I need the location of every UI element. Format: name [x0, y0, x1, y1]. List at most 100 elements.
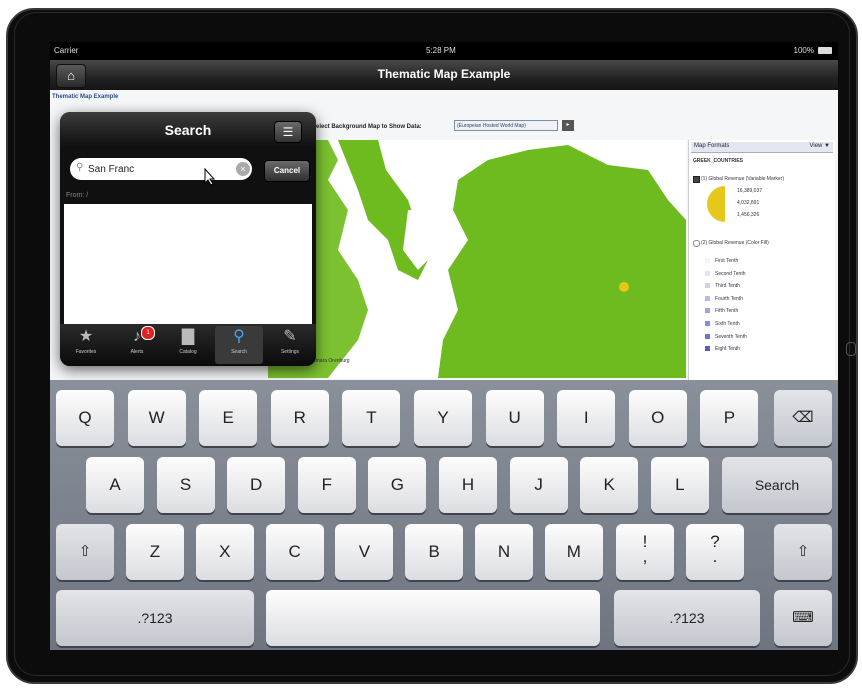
space-key[interactable]: [266, 590, 600, 646]
tenth-label: Fifth Tenth: [715, 308, 739, 315]
shift-key-right[interactable]: ⇧: [774, 524, 832, 580]
tenth-swatch: [705, 283, 710, 289]
tab-label: Settings: [280, 349, 300, 355]
key-u[interactable]: U: [485, 390, 544, 446]
battery-percent: 100%: [793, 46, 814, 55]
tenth-swatch: [705, 258, 710, 263]
tab-label: Favorites: [75, 349, 97, 355]
menu-button[interactable]: ☰: [274, 121, 302, 143]
legend-layer-title: GREEK_COUNTRIES: [693, 158, 744, 164]
search-key[interactable]: Search: [722, 457, 832, 513]
key-b[interactable]: B: [405, 524, 464, 580]
key-z[interactable]: Z: [126, 524, 184, 580]
key-n[interactable]: N: [475, 524, 533, 580]
tenth-swatch: [705, 321, 710, 326]
status-time: 5:28 PM: [426, 46, 456, 55]
tab-label: Catalog: [179, 349, 197, 355]
hide-keyboard-key[interactable]: ⌨: [774, 590, 832, 646]
key-d[interactable]: D: [227, 457, 286, 513]
folder-icon: ▇: [181, 328, 195, 345]
numbers-key-left[interactable]: .?123: [56, 590, 254, 646]
map-svg: [268, 140, 686, 378]
size-label-1: 16,389,037: [737, 188, 763, 194]
tab-favorites[interactable]: ★ Favorites: [62, 326, 110, 364]
series1-label: (1) Global Revenue (Variable Marker): [701, 176, 784, 182]
key-a[interactable]: A: [86, 457, 144, 513]
key-i[interactable]: I: [557, 390, 616, 446]
navigation-bar: ⌂ Thematic Map Example: [50, 60, 838, 91]
exclamation-key[interactable]: ! ,: [616, 524, 674, 580]
tenth-swatch: [705, 333, 710, 339]
key-f[interactable]: F: [297, 457, 356, 513]
tab-catalog[interactable]: ▇ Catalog: [164, 326, 212, 364]
series1-checkbox[interactable]: [693, 176, 700, 183]
key-t[interactable]: T: [342, 390, 401, 446]
legend-header: Map Formats View ▼: [691, 142, 833, 153]
keyboard-icon: ⌨: [792, 609, 814, 626]
background-map-go-button[interactable]: ▸: [562, 120, 574, 131]
backspace-icon: ⌫: [792, 409, 814, 426]
search-popover: Search ☰ ⚲ × Cancel From: / ★ Favorites …: [60, 112, 316, 366]
side-button: [846, 342, 856, 356]
search-field[interactable]: ⚲ ×: [70, 158, 252, 180]
key-v[interactable]: V: [335, 524, 394, 580]
clear-icon[interactable]: ×: [236, 162, 250, 176]
backspace-key[interactable]: ⌫: [774, 390, 832, 446]
shift-icon: ⇧: [78, 543, 92, 560]
key-s[interactable]: S: [156, 457, 215, 513]
cancel-button[interactable]: Cancel: [264, 160, 310, 182]
background-map-label: Select Background Map to Show Data:: [312, 124, 422, 130]
tenth-label: Eight Tenth: [715, 346, 740, 353]
key-c[interactable]: C: [265, 524, 324, 580]
tenth-swatch: [705, 270, 710, 276]
tenth-swatch: [705, 295, 710, 301]
series2-label: (2) Global Revenue (Color Fill): [701, 240, 769, 246]
shift-key-left[interactable]: ⇧: [56, 524, 114, 580]
page-tab-link[interactable]: Thematic Map Example: [52, 94, 118, 100]
battery-icon: [818, 47, 832, 54]
search-results[interactable]: [64, 204, 312, 324]
key-g[interactable]: G: [368, 457, 427, 513]
map-legend: Map Formats View ▼ GREEK_COUNTRIES (1) G…: [688, 140, 835, 380]
tab-settings[interactable]: ✎ Settings: [266, 326, 314, 364]
tab-alerts[interactable]: ♪ Alerts 1: [113, 326, 161, 364]
key-m[interactable]: M: [544, 524, 603, 580]
tab-label: Search: [231, 349, 247, 355]
series2-radio[interactable]: [693, 240, 700, 247]
tenth-label: Sixth Tenth: [715, 321, 740, 327]
comma-glyph: ,: [642, 547, 648, 566]
on-screen-keyboard: QWERTYUIOP ⌫ ASDFGHJKL Search ⇧ ZXCVBNM …: [50, 380, 838, 650]
tenth-label: Fourth Tenth: [715, 295, 743, 302]
size-label-2: 4,032,891: [737, 200, 760, 206]
key-j[interactable]: J: [509, 457, 568, 513]
question-key[interactable]: ? .: [686, 524, 744, 580]
key-y[interactable]: Y: [414, 390, 472, 446]
key-x[interactable]: X: [195, 524, 254, 580]
key-o[interactable]: O: [628, 390, 687, 446]
key-q[interactable]: Q: [56, 390, 114, 446]
status-bar: Carrier 5:28 PM 100%: [50, 42, 838, 60]
key-k[interactable]: K: [580, 457, 639, 513]
key-e[interactable]: E: [199, 390, 258, 446]
list-icon: ☰: [282, 125, 294, 139]
search-icon: ⚲: [233, 328, 245, 345]
thematic-map[interactable]: [268, 140, 686, 378]
legend-title: Map Formats: [694, 143, 730, 149]
search-scope-label: From: /: [66, 192, 89, 199]
numbers-key-right[interactable]: .?123: [614, 590, 760, 646]
period-glyph: .: [712, 547, 718, 566]
wrench-icon: ✎: [283, 328, 297, 345]
key-r[interactable]: R: [270, 390, 329, 446]
key-h[interactable]: H: [439, 457, 497, 513]
legend-view-button[interactable]: View ▼: [809, 143, 830, 149]
device-screen: Carrier 5:28 PM 100% ⌂ Thematic Map Exam…: [50, 42, 838, 650]
tab-search[interactable]: ⚲ Search: [215, 326, 263, 364]
tenth-label: Second Tenth: [715, 270, 746, 277]
tenth-label: First Tenth: [715, 258, 739, 264]
key-w[interactable]: W: [127, 390, 186, 446]
key-l[interactable]: L: [650, 457, 709, 513]
background-map-select[interactable]: (Europeian Hosted World Map): [454, 120, 558, 131]
tenth-swatch: [705, 308, 710, 314]
tab-bar: ★ Favorites ♪ Alerts 1 ▇ Catalog ⚲ Searc…: [60, 324, 316, 366]
key-p[interactable]: P: [700, 390, 759, 446]
